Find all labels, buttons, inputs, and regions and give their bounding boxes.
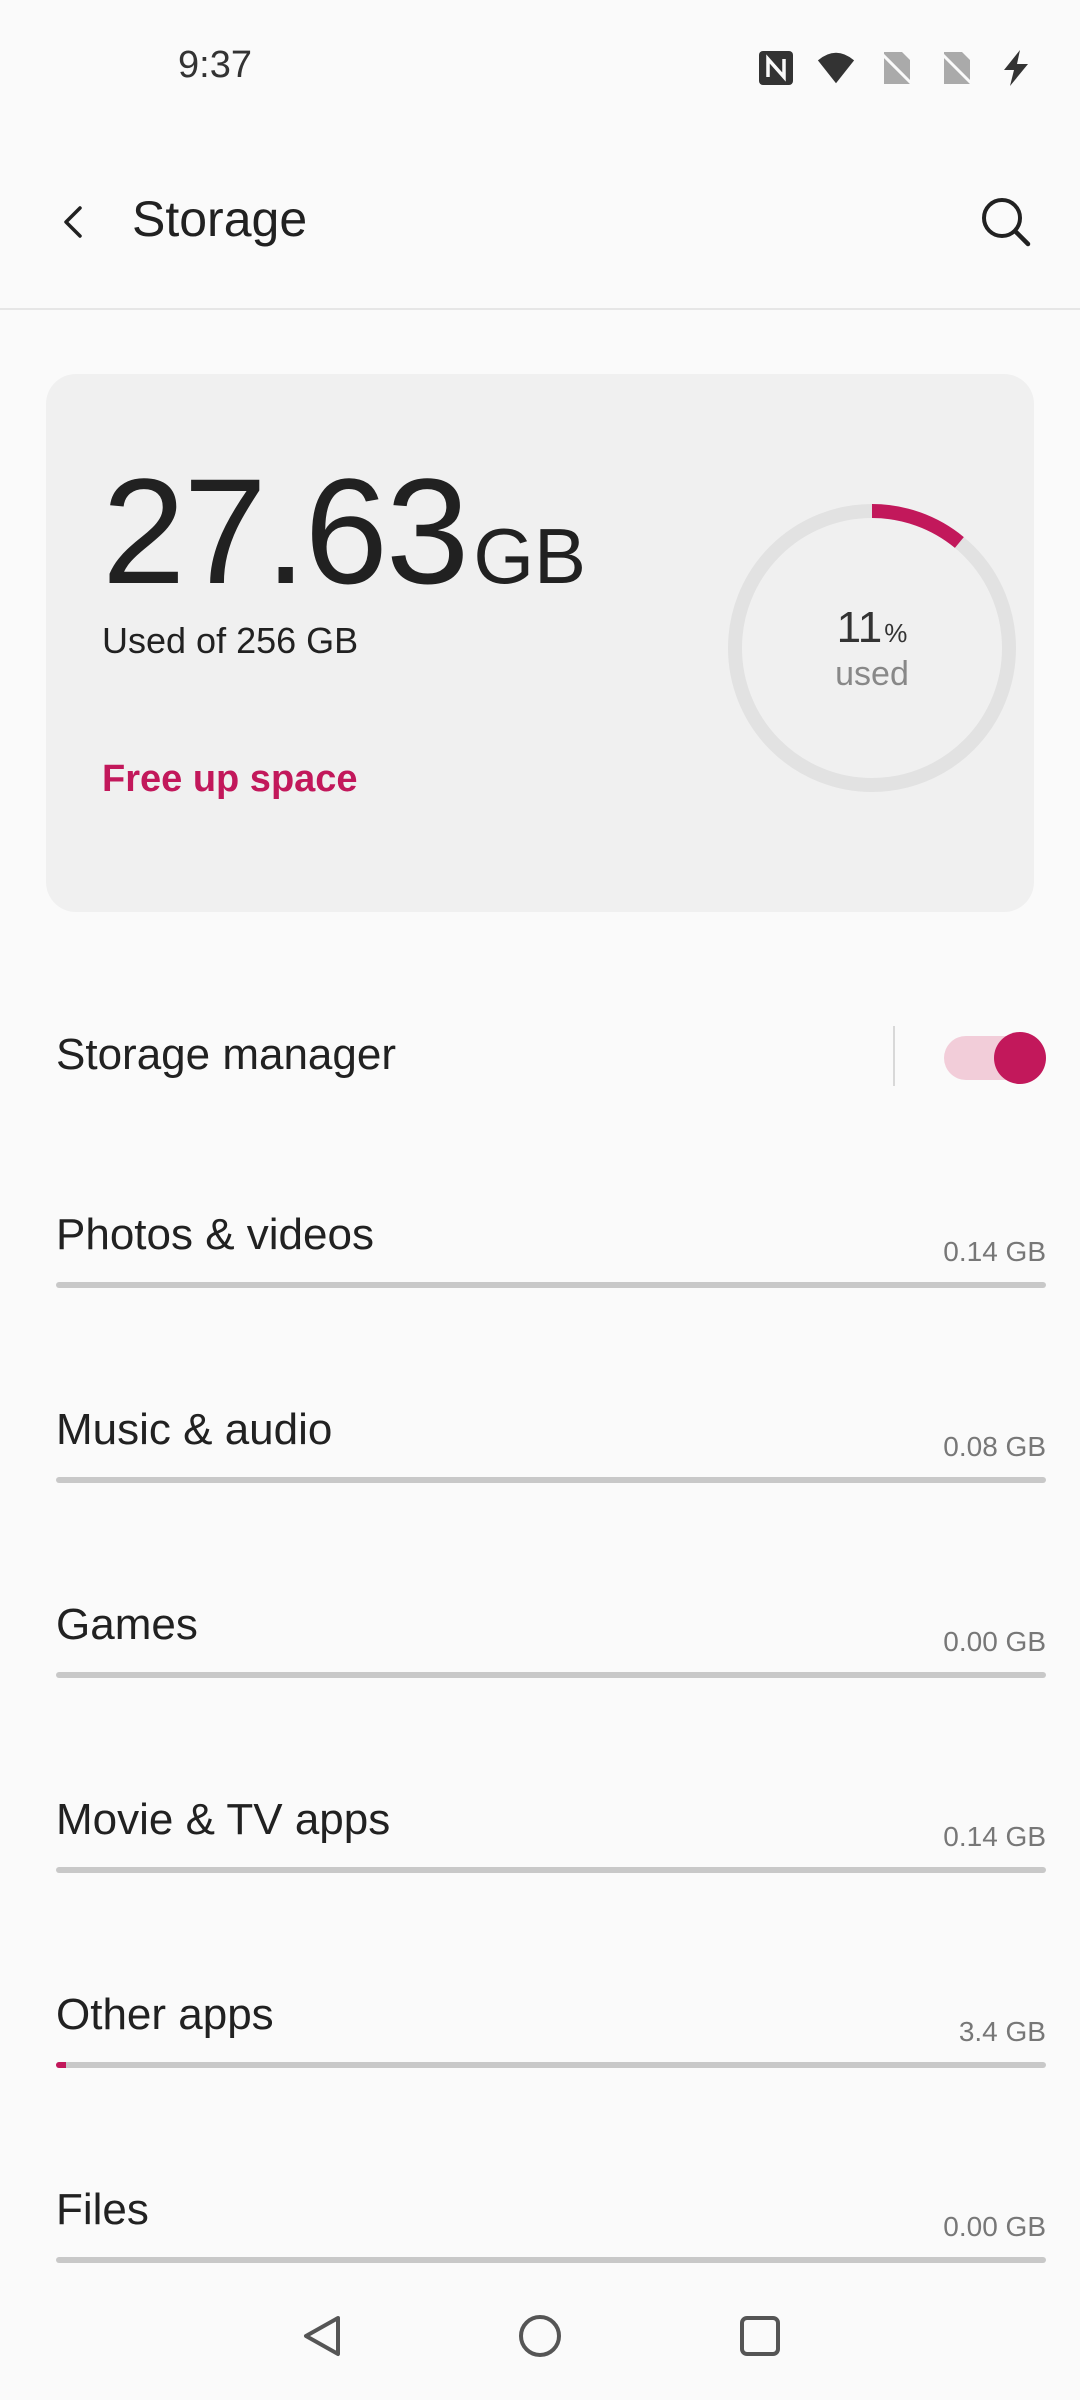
category-usage-bar [56,2062,1046,2068]
percent-sign: % [884,617,908,648]
home-circle-icon [519,2315,561,2357]
toggle-thumb [994,1032,1046,1084]
category-label: Other apps [56,1990,274,2039]
storage-summary-card: 27.63 GB Used of 256 GB Free up space 11… [46,374,1034,912]
category-label: Movie & TV apps [56,1795,391,1844]
donut-label: 11 % used [722,498,1022,798]
nfc-icon [756,48,796,88]
category-usage-bar [56,1867,1046,1873]
storage-manager-row[interactable]: Storage manager [0,990,1080,1126]
nav-home-button[interactable] [510,2306,570,2366]
category-label: Files [56,2185,149,2234]
status-bar: 9:37 [0,0,1080,130]
percent-label: used [835,654,909,693]
search-button[interactable] [968,184,1044,260]
category-usage-bar [56,2257,1046,2263]
storage-manager-label: Storage manager [56,1030,396,1079]
storage-manager-toggle[interactable] [944,1032,1046,1084]
no-sim-icon [876,48,916,88]
category-label: Photos & videos [56,1210,374,1259]
category-size: 0.00 GB [943,2211,1046,2242]
category-size: 0.08 GB [943,1431,1046,1462]
category-other-apps[interactable]: Other apps 3.4 GB [0,1982,1080,2132]
page-title: Storage [132,191,308,247]
used-amount: 27.63 GB [102,456,586,606]
back-button[interactable] [44,192,104,252]
category-size: 3.4 GB [958,2016,1046,2047]
status-icons [756,48,1036,88]
category-movie-tv-apps[interactable]: Movie & TV apps 0.14 GB [0,1787,1080,1937]
category-photos-videos[interactable]: Photos & videos 0.14 GB [0,1202,1080,1352]
back-triangle-icon [304,2316,340,2356]
category-size: 0.14 GB [943,1236,1046,1267]
no-sim-icon [936,48,976,88]
system-nav-bar [0,2270,1080,2400]
status-time: 9:37 [178,44,252,86]
category-usage-bar [56,1282,1046,1288]
free-up-space-button[interactable]: Free up space [102,758,358,801]
used-value: 27.63 [102,447,469,615]
app-bar: Storage [0,150,1080,310]
nav-recents-button[interactable] [730,2306,790,2366]
category-label: Music & audio [56,1405,333,1454]
category-usage-fill [56,2062,66,2068]
category-label: Games [56,1600,198,1649]
search-icon [982,198,1031,247]
category-usage-bar [56,1477,1046,1483]
recents-square-icon [740,2316,780,2356]
wifi-icon [816,48,856,88]
nav-back-button[interactable] [292,2306,352,2366]
percent-value: 11 [836,602,883,652]
category-size: 0.14 GB [943,1821,1046,1852]
divider [893,1026,895,1086]
used-of-total: Used of 256 GB [102,620,359,661]
used-unit: GB [473,512,587,600]
charging-icon [996,48,1036,88]
category-size: 0.00 GB [943,1626,1046,1657]
back-arrow-icon [64,206,82,238]
category-music-audio[interactable]: Music & audio 0.08 GB [0,1397,1080,1547]
category-games[interactable]: Games 0.00 GB [0,1592,1080,1742]
category-usage-bar [56,1672,1046,1678]
